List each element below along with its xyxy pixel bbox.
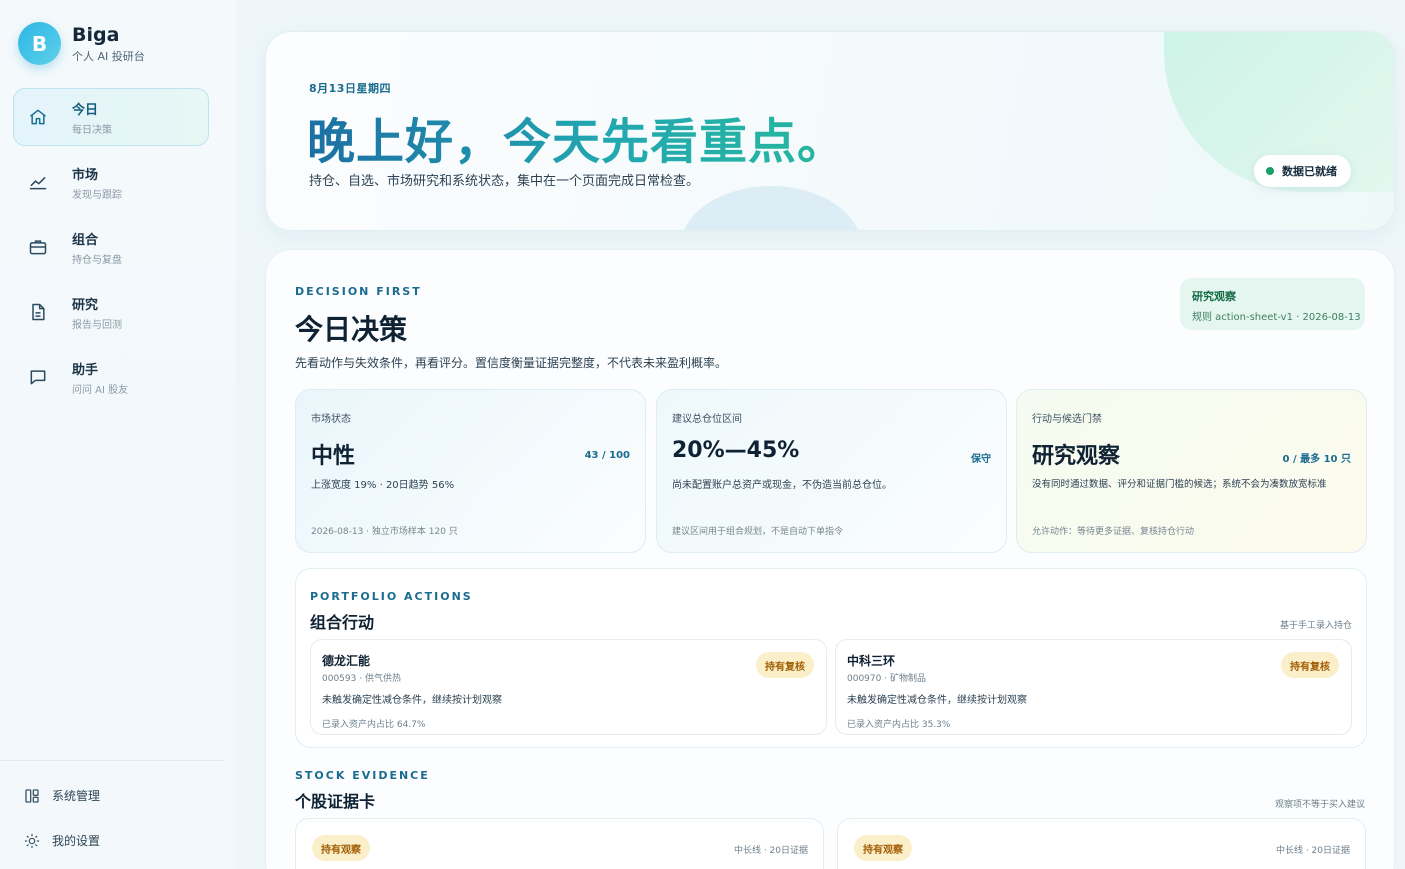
brand[interactable]: B Biga 个人 AI 投研台: [18, 22, 145, 65]
brand-name: Biga: [72, 23, 120, 46]
holding-name: 德龙汇能: [322, 654, 371, 668]
sun-gear-icon: [24, 833, 40, 848]
kpi-score: 43 / 100: [584, 450, 630, 461]
evidence-card[interactable]: 持有观察 中长线 · 20日证据: [837, 818, 1366, 869]
dashboard-grid-icon: [25, 788, 39, 803]
evidence-meta: 中长线 · 20日证据: [1275, 846, 1350, 856]
kpi-footnote: 允许动作：等待更多证据、复核持仓行动: [1032, 527, 1195, 537]
portfolio-eyebrow: PORTFOLIO ACTIONS: [310, 590, 473, 603]
kpi-footnote: 建议区间用于组合规划，不是自动下单指令: [672, 527, 844, 537]
status-text: 数据已就绪: [1282, 165, 1337, 178]
evidence-badge: 持有观察: [854, 835, 912, 861]
kpi-value: 20%—45%: [672, 438, 800, 463]
kpi-card-position-range[interactable]: 建议总仓位区间 20%—45% 保守 尚未配置账户总资产或现金，不伪造当前总仓位…: [656, 389, 1007, 553]
status-dot-icon: [1266, 167, 1274, 175]
decision-description: 先看动作与失效条件，再看评分。置信度衡量证据完整度，不代表未来盈利概率。: [295, 356, 728, 370]
document-icon: [32, 303, 45, 321]
action-badge: 持有复核: [1281, 652, 1339, 678]
decision-panel: DECISION FIRST 今日决策 先看动作与失效条件，再看评分。置信度衡量…: [265, 249, 1395, 869]
decorative-circle: [681, 186, 861, 230]
rule-badge: 研究观察 规则 action-sheet-v1 · 2026-08-13: [1180, 278, 1365, 330]
kpi-value: 中性: [311, 444, 356, 469]
evidence-badge: 持有观察: [312, 835, 370, 861]
hero-date: 8月13日星期四: [309, 82, 391, 95]
holding-code: 000593 · 供气供热: [322, 674, 401, 684]
home-icon: [30, 109, 46, 125]
rule-title: 研究观察: [1192, 290, 1236, 303]
holding-card[interactable]: 德龙汇能 000593 · 供气供热 未触发确定性减仓条件，继续按计划观察 已录…: [310, 639, 827, 735]
nav-label: 今日: [72, 102, 99, 118]
greeting-hero: 8月13日星期四 晚上好，今天先看重点。 持仓、自选、市场研究和系统状态，集中在…: [265, 31, 1395, 231]
decision-eyebrow: DECISION FIRST: [295, 285, 422, 298]
hero-title: 晚上好，今天先看重点。: [307, 102, 846, 172]
data-status-badge: 数据已就绪: [1254, 155, 1351, 187]
nav-label: 组合: [72, 232, 99, 248]
nav-sublabel: 问问 AI 股友: [72, 384, 129, 396]
portfolio-note: 基于手工录入持仓: [1279, 621, 1352, 631]
main-nav: 今日 每日决策 市场 发现与跟踪 组合 持仓与复盘 研究 报告与回测 助手 问问…: [13, 88, 209, 413]
system-management-link[interactable]: 系统管理: [24, 787, 100, 804]
kpi-card-market-status[interactable]: 市场状态 中性 43 / 100 上涨宽度 19% · 20日趋势 56% 20…: [295, 389, 646, 553]
evidence-card[interactable]: 持有观察 中长线 · 20日证据: [295, 818, 824, 869]
action-badge: 持有复核: [756, 652, 814, 678]
sidebar-divider: [0, 760, 224, 761]
sidebar: B Biga 个人 AI 投研台 今日 每日决策 市场 发现与跟踪 组合 持仓与…: [0, 0, 236, 869]
kpi-footnote: 2026-08-13 · 独立市场样本 120 只: [311, 527, 458, 537]
kpi-label: 市场状态: [311, 414, 351, 425]
kpi-description: 没有同时通过数据、评分和证据门槛的候选；系统不会为凑数放宽标准: [1032, 479, 1327, 490]
kpi-label: 建议总仓位区间: [672, 414, 742, 425]
nav-label: 市场: [72, 167, 99, 183]
decision-title: 今日决策: [295, 313, 408, 346]
rule-subtitle: 规则 action-sheet-v1 · 2026-08-13: [1192, 312, 1361, 323]
nav-item-market[interactable]: 市场 发现与跟踪: [13, 153, 209, 211]
kpi-card-action-gate[interactable]: 行动与候选门禁 研究观察 0 / 最多 10 只 没有同时通过数据、评分和证据门…: [1016, 389, 1367, 553]
kpi-label: 行动与候选门禁: [1032, 414, 1102, 425]
portfolio-title: 组合行动: [310, 613, 375, 632]
hero-description: 持仓、自选、市场研究和系统状态，集中在一个页面完成日常检查。: [309, 174, 700, 189]
my-settings-link[interactable]: 我的设置: [24, 832, 100, 849]
brand-logo: B: [18, 22, 61, 65]
holding-code: 000970 · 矿物制品: [847, 674, 926, 684]
holding-description: 未触发确定性减仓条件，继续按计划观察: [847, 695, 1027, 706]
nav-sublabel: 报告与回测: [72, 319, 122, 331]
kpi-description: 尚未配置账户总资产或现金，不伪造当前总仓位。: [672, 480, 892, 491]
brand-subtitle: 个人 AI 投研台: [72, 49, 145, 63]
evidence-meta: 中长线 · 20日证据: [733, 846, 808, 856]
kpi-value: 研究观察: [1032, 444, 1121, 469]
nav-item-research[interactable]: 研究 报告与回测: [13, 283, 209, 341]
my-settings-label: 我的设置: [52, 834, 101, 848]
chart-trend-icon: [29, 177, 47, 190]
evidence-eyebrow: STOCK EVIDENCE: [295, 769, 430, 782]
kpi-count: 0 / 最多 10 只: [1282, 454, 1351, 465]
nav-label: 助手: [72, 362, 99, 378]
chat-icon: [30, 370, 46, 385]
nav-label: 研究: [72, 297, 99, 313]
nav-item-assistant[interactable]: 助手 问问 AI 股友: [13, 348, 209, 406]
kpi-description: 上涨宽度 19% · 20日趋势 56%: [311, 480, 455, 491]
system-management-label: 系统管理: [52, 789, 101, 803]
nav-sublabel: 发现与跟踪: [72, 189, 122, 201]
portfolio-actions: PORTFOLIO ACTIONS 组合行动 基于手工录入持仓 德龙汇能 000…: [295, 568, 1367, 748]
holding-name: 中科三环: [847, 654, 896, 668]
holding-card[interactable]: 中科三环 000970 · 矿物制品 未触发确定性减仓条件，继续按计划观察 已录…: [835, 639, 1352, 735]
kpi-tag: 保守: [971, 454, 991, 465]
holding-weight: 已录入资产内占比 35.3%: [847, 720, 951, 730]
evidence-note: 观察项不等于买入建议: [1274, 800, 1365, 810]
nav-item-portfolio[interactable]: 组合 持仓与复盘: [13, 218, 209, 276]
holding-weight: 已录入资产内占比 64.7%: [322, 720, 426, 730]
briefcase-icon: [29, 240, 47, 255]
nav-sublabel: 持仓与复盘: [72, 254, 122, 266]
nav-sublabel: 每日决策: [72, 124, 112, 136]
holding-description: 未触发确定性减仓条件，继续按计划观察: [322, 695, 502, 706]
nav-item-today[interactable]: 今日 每日决策: [13, 88, 209, 146]
evidence-title: 个股证据卡: [295, 792, 376, 811]
